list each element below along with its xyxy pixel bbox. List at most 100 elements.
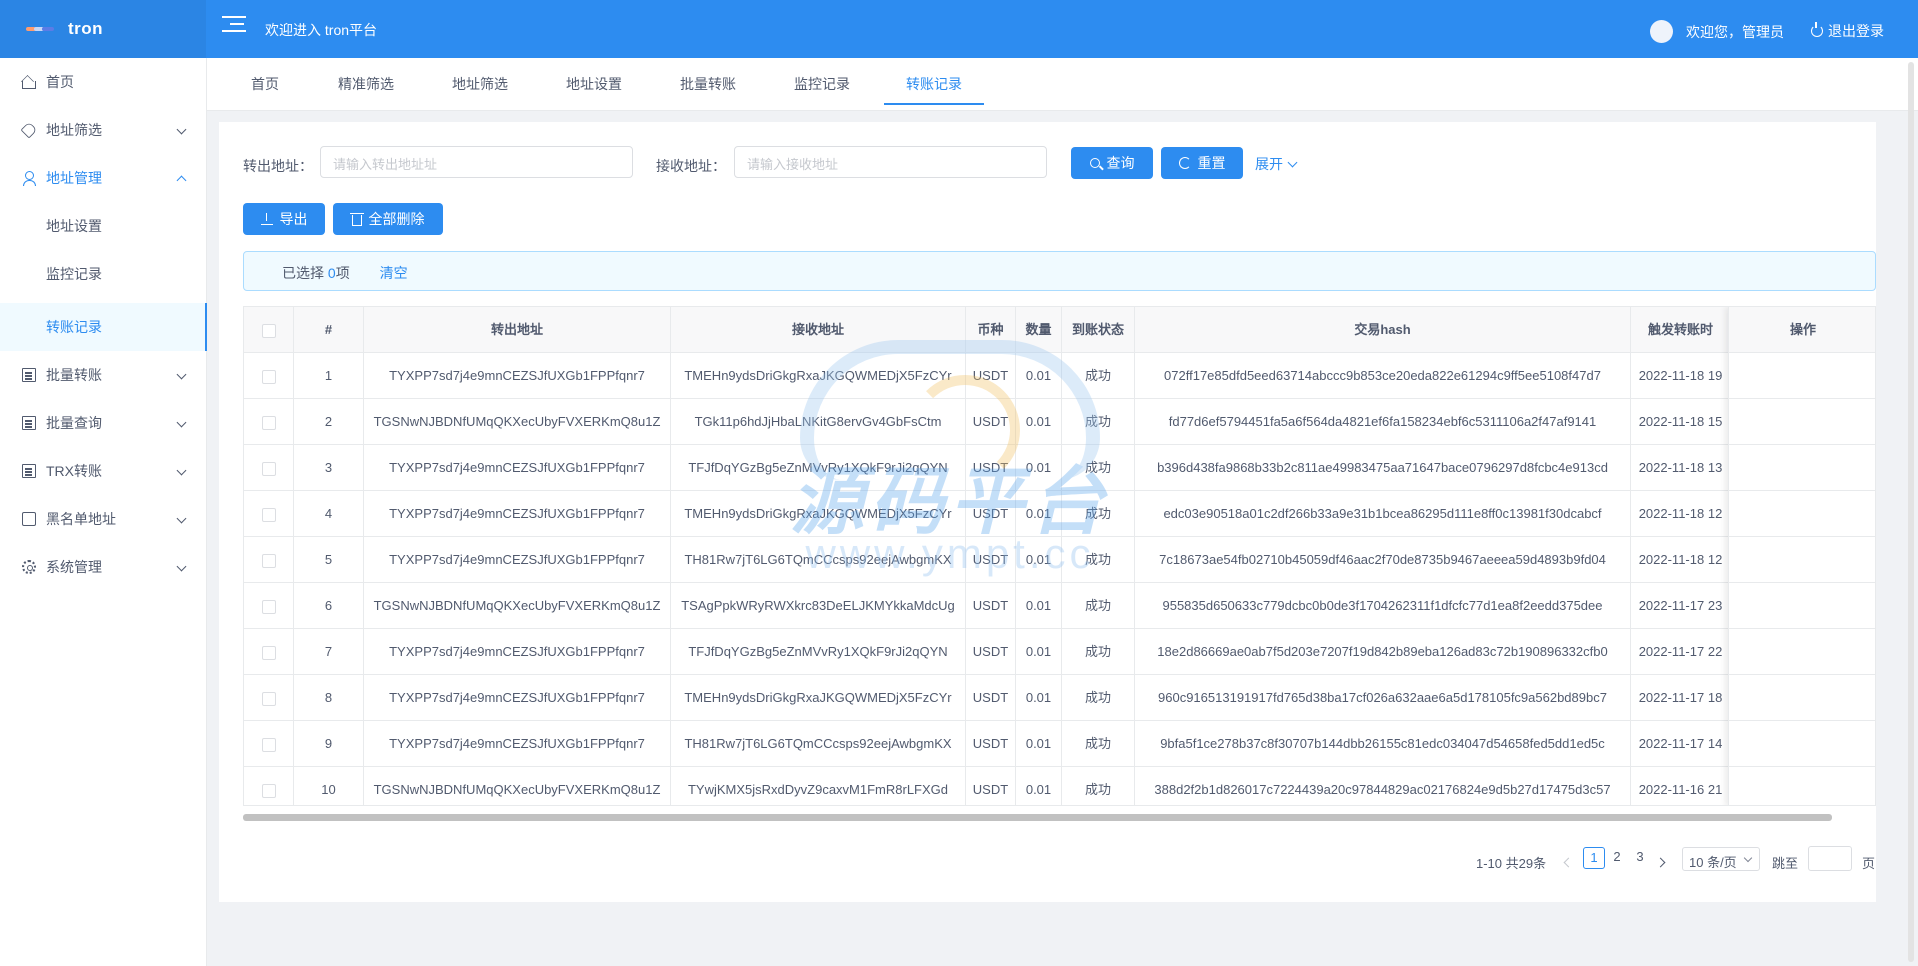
index-cell: 9 [294, 721, 364, 766]
sidebar-item-address-management[interactable]: 地址管理 [0, 154, 207, 202]
row-checkbox[interactable] [261, 783, 276, 798]
page-2-button[interactable]: 2 [1606, 847, 1628, 869]
page-size-select[interactable]: 10 条/页 [1682, 847, 1760, 871]
trigger-time-cell: 2022-11-17 22 [1631, 629, 1731, 674]
index-cell: 4 [294, 491, 364, 536]
row-checkbox[interactable] [261, 461, 276, 476]
amount-cell: 0.01 [1016, 629, 1062, 674]
next-page-icon[interactable] [1655, 857, 1666, 868]
sidebar-item-blacklist[interactable]: 黑名单地址 [0, 495, 207, 543]
download-icon [260, 213, 273, 225]
row-actions-cell [1729, 721, 1875, 767]
column-header[interactable]: 接收地址 [671, 307, 966, 352]
table-row[interactable]: 7 TYXPP7sd7j4e9mnCEZSJfUXGb1FPPfqnr7 TFJfD… [244, 629, 1875, 675]
sidebar-subitem-transfer-records[interactable]: 转账记录 [0, 303, 207, 351]
from-address-cell: TYXPP7sd7j4e9mnCEZSJfUXGb1FPPfqnr7 [364, 721, 671, 766]
from-address-input[interactable]: 请输入转出地址址 [320, 146, 633, 178]
trigger-time-cell: 2022-11-17 23 [1631, 583, 1731, 628]
status-cell: 成功 [1062, 445, 1135, 490]
tab-transfer-records[interactable]: 转账记录 [884, 58, 984, 105]
page-3-button[interactable]: 3 [1629, 847, 1651, 869]
row-checkbox[interactable] [261, 553, 276, 568]
tab-precise-filter[interactable]: 精准筛选 [316, 58, 416, 105]
sidebar-item-label: 系统管理 [46, 559, 102, 575]
tab-batch-transfer[interactable]: 批量转账 [658, 58, 758, 105]
column-header[interactable]: 数量 [1016, 307, 1062, 352]
to-address-cell: TMEHn9ydsDriGkgRxaJKGQWMEDjX5FzCYr [671, 353, 966, 398]
from-address-cell: TYXPP7sd7j4e9mnCEZSJfUXGb1FPPfqnr7 [364, 537, 671, 582]
tab-address-filter[interactable]: 地址筛选 [430, 58, 530, 105]
expand-toggle[interactable]: 展开 [1255, 154, 1298, 174]
column-header[interactable]: 到账状态 [1062, 307, 1135, 352]
page-1-button[interactable]: 1 [1583, 847, 1605, 869]
column-header[interactable]: 币种 [966, 307, 1016, 352]
table-row[interactable]: 8 TYXPP7sd7j4e9mnCEZSJfUXGb1FPPfqnr7 TMEHn… [244, 675, 1875, 721]
user-greeting[interactable]: 欢迎您，管理员 [1686, 22, 1784, 42]
reset-button[interactable]: 重置 [1161, 147, 1243, 179]
to-address-input[interactable]: 请输入接收地址 [734, 146, 1047, 178]
sidebar-item-batch-transfer[interactable]: 批量转账 [0, 351, 207, 399]
sidebar-item-trx-transfer[interactable]: TRX转账 [0, 447, 207, 495]
sidebar-item-system-management[interactable]: 系统管理 [0, 543, 207, 591]
table-row[interactable]: 1 TYXPP7sd7j4e9mnCEZSJfUXGb1FPPfqnr7 TMEHn… [244, 353, 1875, 399]
to-address-cell: TFJfDqYGzBg5eZnMVvRy1XQkF9rJi2qQYN [671, 445, 966, 490]
column-header[interactable]: 交易hash [1135, 307, 1631, 352]
vertical-scrollbar[interactable] [1908, 62, 1914, 962]
menu-toggle-icon[interactable] [222, 16, 246, 38]
table-row[interactable]: 6 TGSNwNJBDNfUMqQKXecUbyFVXERKmQ8u1Z TSAgP… [244, 583, 1875, 629]
sidebar-item-batch-query[interactable]: 批量查询 [0, 399, 207, 447]
from-address-cell: TYXPP7sd7j4e9mnCEZSJfUXGb1FPPfqnr7 [364, 353, 671, 398]
tab-home[interactable]: 首页 [229, 58, 301, 105]
export-button[interactable]: 导出 [243, 203, 325, 235]
avatar[interactable] [1650, 20, 1673, 43]
chevron-down-icon [176, 513, 187, 524]
tx-hash-cell: b396d438fa9868b33b2c811ae49983475aa71647… [1135, 445, 1631, 490]
row-select-cell [244, 399, 294, 444]
sidebar-subitem-monitor-records[interactable]: 监控记录 [0, 250, 207, 298]
sidebar-subitem-address-settings[interactable]: 地址设置 [0, 202, 207, 250]
row-select-cell [244, 721, 294, 766]
amount-cell: 0.01 [1016, 537, 1062, 582]
to-address-cell: TMEHn9ydsDriGkgRxaJKGQWMEDjX5FzCYr [671, 675, 966, 720]
logo[interactable]: tron [0, 0, 206, 58]
column-header[interactable]: 转出地址 [364, 307, 671, 352]
table-row[interactable]: 10 TGSNwNJBDNfUMqQKXecUbyFVXERKmQ8u1Z TYwj… [244, 767, 1875, 805]
delete-all-button[interactable]: 全部删除 [333, 203, 443, 235]
to-address-cell: TMEHn9ydsDriGkgRxaJKGQWMEDjX5FzCYr [671, 491, 966, 536]
prev-page-icon[interactable] [1563, 857, 1574, 868]
select-all-checkbox[interactable] [261, 323, 276, 338]
column-header[interactable]: # [294, 307, 364, 352]
tab-monitor-records[interactable]: 监控记录 [772, 58, 872, 105]
chevron-down-icon [176, 124, 187, 135]
sidebar-item-address-filter[interactable]: 地址筛选 [0, 106, 207, 154]
column-header[interactable]: 触发转账时 [1631, 307, 1731, 352]
table-row[interactable]: 4 TYXPP7sd7j4e9mnCEZSJfUXGb1FPPfqnr7 TMEHn… [244, 491, 1875, 537]
to-address-cell: TH81Rw7jT6LG6TQmCCcsps92eejAwbgmKX [671, 721, 966, 766]
row-checkbox[interactable] [261, 507, 276, 522]
row-checkbox[interactable] [261, 691, 276, 706]
row-select-cell [244, 629, 294, 674]
table-row[interactable]: 3 TYXPP7sd7j4e9mnCEZSJfUXGb1FPPfqnr7 TFJfD… [244, 445, 1875, 491]
tab-address-settings[interactable]: 地址设置 [544, 58, 644, 105]
table-row[interactable]: 9 TYXPP7sd7j4e9mnCEZSJfUXGb1FPPfqnr7 TH81R… [244, 721, 1875, 767]
row-checkbox[interactable] [261, 599, 276, 614]
horizontal-scrollbar[interactable] [243, 814, 1832, 821]
search-button[interactable]: 查询 [1071, 147, 1153, 179]
row-checkbox[interactable] [261, 737, 276, 752]
row-checkbox[interactable] [261, 645, 276, 660]
column-header: 操作 [1729, 307, 1875, 353]
row-checkbox[interactable] [261, 415, 276, 430]
jump-page-input[interactable] [1808, 846, 1852, 871]
row-select-cell [244, 675, 294, 720]
clear-selection-link[interactable]: 清空 [380, 265, 408, 281]
search-icon [1089, 158, 1100, 168]
row-checkbox[interactable] [261, 369, 276, 384]
sidebar-item-home[interactable]: 首页 [0, 58, 207, 106]
trigger-time-cell: 2022-11-18 19 [1631, 353, 1731, 398]
table-row[interactable]: 5 TYXPP7sd7j4e9mnCEZSJfUXGb1FPPfqnr7 TH81R… [244, 537, 1875, 583]
table-row[interactable]: 2 TGSNwNJBDNfUMqQKXecUbyFVXERKmQ8u1Z TGk11… [244, 399, 1875, 445]
logout-button[interactable]: 退出登录 [1811, 21, 1884, 41]
index-cell: 1 [294, 353, 364, 398]
to-address-cell: TFJfDqYGzBg5eZnMVvRy1XQkF9rJi2qQYN [671, 629, 966, 674]
row-actions-cell [1729, 353, 1875, 399]
